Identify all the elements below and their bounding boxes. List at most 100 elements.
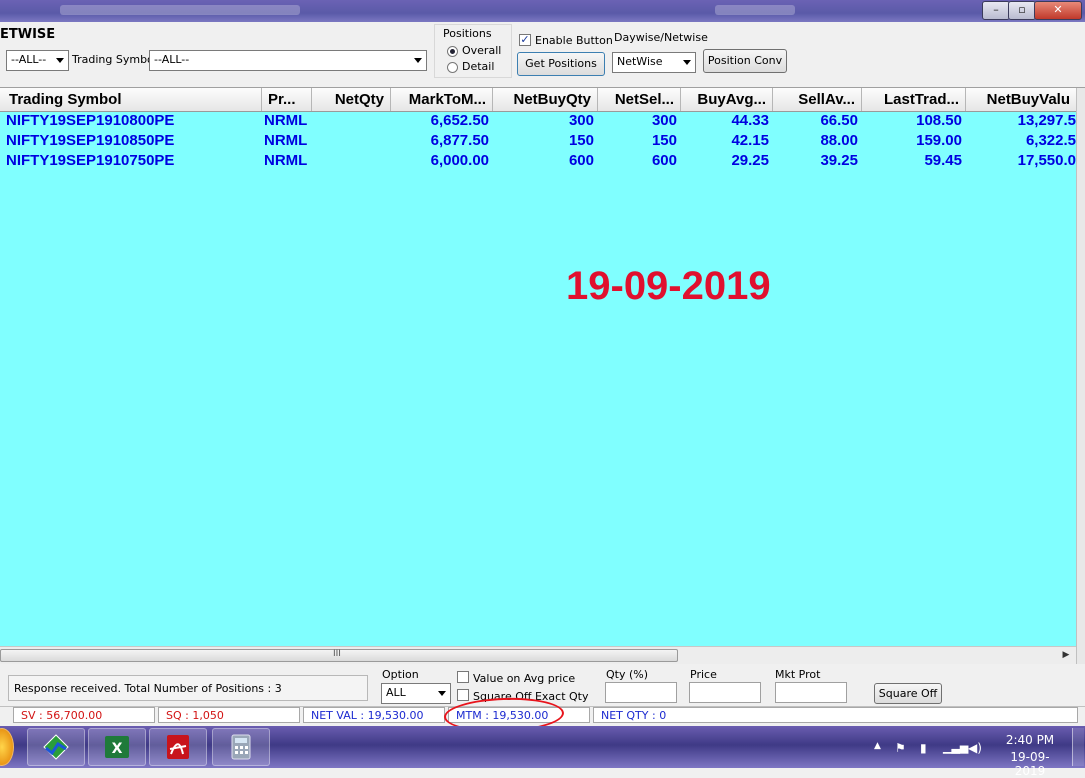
price-field[interactable] bbox=[689, 682, 761, 703]
status-net-val: NET VAL : 19,530.00 bbox=[303, 707, 445, 723]
cell-ltp: 59.45 bbox=[924, 152, 962, 169]
option-combo[interactable]: ALL bbox=[381, 683, 451, 704]
scroll-grip-icon: III bbox=[333, 649, 341, 659]
enable-button-label: Enable Button bbox=[535, 34, 613, 47]
show-desktop-button[interactable] bbox=[1072, 728, 1084, 766]
chevron-down-icon bbox=[414, 58, 422, 63]
excel-icon: X bbox=[105, 736, 129, 758]
cell-buyavg: 42.15 bbox=[731, 132, 769, 149]
qty-pct-label: Qty (%) bbox=[606, 668, 649, 681]
status-sq: SQ : 1,050 bbox=[158, 707, 300, 723]
exchange-combo-value: --ALL-- bbox=[11, 53, 47, 66]
signal-icon[interactable]: ▁▃▅ bbox=[943, 741, 968, 754]
value-on-avg-price-label: Value on Avg price bbox=[473, 672, 576, 685]
cell-netqty bbox=[312, 151, 391, 171]
cell-netsellqty: 600 bbox=[651, 152, 677, 169]
value-on-avg-price-checkbox[interactable] bbox=[457, 671, 469, 683]
network-flag-icon[interactable]: ⚑ bbox=[895, 741, 906, 755]
cell-mtm: 6,652.50 bbox=[430, 112, 489, 129]
window-title-blurred bbox=[60, 5, 300, 15]
table-row[interactable]: NIFTY19SEP1910800PE NRML 6,652.50 300 30… bbox=[0, 111, 1076, 131]
scroll-right-arrow-icon[interactable]: ▶ bbox=[1060, 648, 1072, 662]
cell-sellavg: 88.00 bbox=[820, 132, 858, 149]
cell-sellavg: 39.25 bbox=[820, 152, 858, 169]
column-header-sellavg[interactable]: SellAv... bbox=[773, 88, 862, 111]
cell-netbuyvalue: 6,322.5 bbox=[1025, 132, 1076, 149]
grid-header: Trading Symbol Pr... NetQty MarkToM... N… bbox=[0, 88, 1076, 112]
svg-text:X: X bbox=[112, 741, 123, 757]
window-title-bar: – ▫ ✕ bbox=[0, 0, 1085, 22]
column-header-marktomarket[interactable]: MarkToM... bbox=[391, 88, 493, 111]
mkt-prot-field[interactable] bbox=[775, 682, 847, 703]
cell-netqty bbox=[312, 111, 391, 131]
vertical-scrollbar[interactable] bbox=[1076, 88, 1085, 666]
trading-symbol-label: Trading Symbol bbox=[72, 53, 157, 66]
detail-radio[interactable] bbox=[447, 62, 458, 73]
pdf-reader-taskbar-icon[interactable] bbox=[149, 728, 207, 766]
daywise-netwise-combo[interactable]: NetWise bbox=[612, 52, 696, 73]
exchange-combo[interactable]: --ALL-- bbox=[6, 50, 69, 71]
cell-sellavg: 66.50 bbox=[820, 112, 858, 129]
position-conv-button[interactable]: Position Conv bbox=[703, 49, 787, 73]
calculator-taskbar-icon[interactable] bbox=[212, 728, 270, 766]
square-off-exact-qty-checkbox[interactable] bbox=[457, 689, 469, 701]
positions-grid[interactable]: Trading Symbol Pr... NetQty MarkToM... N… bbox=[0, 88, 1076, 646]
excel-taskbar-icon[interactable]: X bbox=[88, 728, 146, 766]
cell-netbuyqty: 300 bbox=[568, 112, 594, 129]
cell-trading-symbol: NIFTY19SEP1910850PE bbox=[6, 132, 175, 149]
cell-netsellqty: 150 bbox=[651, 132, 677, 149]
column-header-product[interactable]: Pr... bbox=[262, 88, 312, 111]
daywise-netwise-value: NetWise bbox=[617, 55, 663, 68]
column-header-buyavg[interactable]: BuyAvg... bbox=[681, 88, 773, 111]
pdf-icon bbox=[167, 735, 189, 759]
chevron-down-icon bbox=[438, 691, 446, 696]
cell-product: NRML bbox=[264, 112, 308, 129]
cell-mtm: 6,000.00 bbox=[430, 152, 489, 169]
clock-time[interactable]: 2:40 PM bbox=[998, 733, 1062, 747]
clock-date[interactable]: 19-09-2019 bbox=[996, 750, 1064, 778]
overall-radio-label: Overall bbox=[462, 44, 502, 57]
table-row[interactable]: NIFTY19SEP1910750PE NRML 6,000.00 600 60… bbox=[0, 151, 1076, 171]
status-net-qty: NET QTY : 0 bbox=[593, 707, 1078, 723]
square-off-button[interactable]: Square Off bbox=[874, 683, 942, 704]
status-sv: SV : 56,700.00 bbox=[13, 707, 155, 723]
column-header-netsellqty[interactable]: NetSel... bbox=[598, 88, 681, 111]
maximize-button[interactable]: ▫ bbox=[1008, 1, 1036, 20]
volume-icon[interactable]: ◀) bbox=[968, 741, 982, 755]
daywise-netwise-label: Daywise/Netwise bbox=[614, 31, 708, 44]
cell-netbuyqty: 150 bbox=[568, 132, 594, 149]
horizontal-scrollbar-thumb[interactable]: III bbox=[0, 649, 678, 662]
trading-app-icon bbox=[43, 734, 69, 760]
overall-radio[interactable] bbox=[447, 46, 458, 57]
get-positions-button[interactable]: Get Positions bbox=[517, 52, 605, 76]
qty-pct-field[interactable] bbox=[605, 682, 677, 703]
trading-symbol-combo[interactable]: --ALL-- bbox=[149, 50, 427, 71]
cell-trading-symbol: NIFTY19SEP1910800PE bbox=[6, 112, 175, 129]
date-annotation: 19-09-2019 bbox=[566, 264, 771, 308]
filter-toolbar: ETWISE --ALL-- Trading Symbol --ALL-- Po… bbox=[0, 22, 1085, 88]
power-icon[interactable]: ▮ bbox=[920, 741, 927, 755]
response-message: Response received. Total Number of Posit… bbox=[8, 675, 368, 701]
option-label: Option bbox=[382, 668, 419, 681]
table-row[interactable]: NIFTY19SEP1910850PE NRML 6,877.50 150 15… bbox=[0, 131, 1076, 151]
enable-button-checkbox[interactable]: ✓ bbox=[519, 34, 531, 46]
cell-mtm: 6,877.50 bbox=[430, 132, 489, 149]
column-header-trading-symbol[interactable]: Trading Symbol bbox=[0, 88, 262, 111]
cell-product: NRML bbox=[264, 132, 308, 149]
positions-label: Positions bbox=[443, 27, 492, 40]
chevron-down-icon bbox=[683, 60, 691, 65]
cell-netsellqty: 300 bbox=[651, 112, 677, 129]
close-button[interactable]: ✕ bbox=[1034, 1, 1082, 20]
trading-app-taskbar-icon[interactable] bbox=[27, 728, 85, 766]
window-subtitle-blurred bbox=[715, 5, 795, 15]
cell-buyavg: 29.25 bbox=[731, 152, 769, 169]
minimize-button[interactable]: – bbox=[982, 1, 1010, 20]
column-header-netbuyqty[interactable]: NetBuyQty bbox=[493, 88, 598, 111]
chevron-down-icon bbox=[56, 58, 64, 63]
show-hidden-icons-icon[interactable]: ▲ bbox=[874, 741, 881, 751]
column-header-lasttradedprice[interactable]: LastTrad... bbox=[862, 88, 966, 111]
column-header-netbuyvalue[interactable]: NetBuyValu bbox=[966, 88, 1076, 111]
option-combo-value: ALL bbox=[386, 686, 406, 699]
price-label: Price bbox=[690, 668, 717, 681]
column-header-netqty[interactable]: NetQty bbox=[312, 88, 391, 111]
